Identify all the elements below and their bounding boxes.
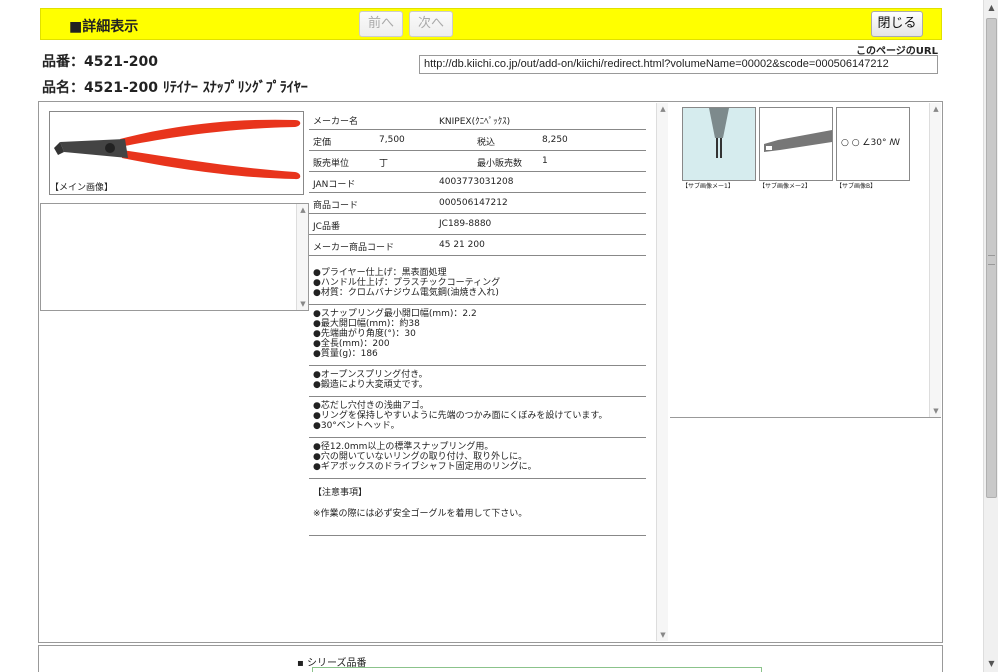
desc-line: ●オープンスプリング付き。: [313, 370, 428, 380]
tax-label: 税込: [477, 138, 496, 148]
desc-line: ●最大開口幅(mm)：約38: [313, 319, 420, 329]
min-value: 1: [542, 156, 548, 166]
desc-line: ●30°ベントヘッド。: [313, 421, 400, 431]
header-bar: ■詳細表示 前へ 次へ 閉じる: [40, 8, 942, 40]
product-name: 品名：4521-200 ﾘﾃｲﾅｰ ｽﾅｯﾌﾟﾘﾝｸﾞﾌﾟﾗｲﾔｰ: [42, 80, 308, 96]
maker-label: メーカー名: [313, 117, 359, 127]
spec-row-jan: JANコード 4003773031208: [309, 172, 646, 193]
page-title: ■詳細表示: [69, 19, 139, 35]
desc-line: ●ハンドル仕上げ：プラスチックコーティング: [313, 278, 501, 288]
desc-block-usage: ●径12.0mm以上の標準スナップリング用。 ●穴の開いていないリングの取り付け…: [309, 438, 646, 479]
page-url-field[interactable]: http://db.kiichi.co.jp/out/add-on/kiichi…: [419, 55, 938, 74]
spec-row-unit: 販売単位 丁 最小販売数 1: [309, 151, 646, 172]
scroll-up-icon[interactable]: ▲: [657, 103, 669, 115]
spec-scrollbar[interactable]: ▲ ▼: [656, 103, 668, 641]
desc-block-dimensions: ●スナップリング最小開口幅(mm)：2.2 ●最大開口幅(mm)：約38 ●先端…: [309, 305, 646, 366]
spec-diagram-text: ○ ○ ∠30° ꟿ: [841, 138, 901, 148]
sub-image-panel: 【サブ画像メー1】 【サブ画像メー2】 ○ ○ ∠30° ꟿ 【サブ画像B】 ▲…: [670, 103, 941, 418]
desc-line: ●鍛造により大変頑丈です。: [313, 380, 428, 390]
sub-image-2-caption: 【サブ画像メー2】: [759, 183, 811, 190]
code-value: 000506147212: [439, 198, 508, 208]
scroll-up-icon[interactable]: ▲: [984, 0, 998, 16]
spec-row-price: 定価 7,500 税込 8,250: [309, 130, 646, 151]
desc-block-features: ●オープンスプリング付き。 ●鍛造により大変頑丈です。: [309, 366, 646, 397]
notes-block: 【注意事項】 ※作業の際には必ず安全ゴーグルを着用して下さい。: [309, 479, 646, 536]
code-label: 商品コード: [313, 201, 359, 211]
sub-image-1[interactable]: [682, 107, 756, 181]
grip-icon: [988, 255, 995, 265]
jan-value: 4003773031208: [439, 177, 514, 187]
notes-text: ※作業の際には必ず安全ゴーグルを着用して下さい。: [313, 509, 528, 519]
desc-line: ●材質：クロムバナジウム電気鋼(油焼き入れ): [313, 288, 499, 298]
left-panel-scrollbar[interactable]: ▲ ▼: [296, 204, 308, 310]
scroll-up-icon[interactable]: ▲: [930, 103, 942, 115]
series-frame: ▪ シリーズ品番: [38, 645, 943, 672]
scroll-up-icon[interactable]: ▲: [297, 204, 309, 216]
tax-value: 8,250: [542, 135, 568, 145]
desc-line: ●全長(mm)：200: [313, 339, 390, 349]
plier-side-image: [764, 130, 832, 152]
desc-line: ●スナップリング最小開口幅(mm)：2.2: [313, 309, 477, 319]
sub-image-2[interactable]: [759, 107, 833, 181]
desc-line: ●質量(g)：186: [313, 349, 378, 359]
close-button[interactable]: 閉じる: [871, 11, 923, 37]
series-table: [312, 667, 762, 672]
price-value: 7,500: [379, 135, 405, 145]
desc-block-jaw: ●芯だし穴付きの浅曲アゴ。 ●リングを保持しやすいように先端のつかみ面にくぼみを…: [309, 397, 646, 438]
desc-line: ●ギアボックスのドライブシャフト固定用のリングに。: [313, 462, 537, 472]
jc-value: JC189-8880: [439, 219, 492, 229]
next-button[interactable]: 次へ: [409, 11, 453, 37]
sub-image-3[interactable]: ○ ○ ∠30° ꟿ: [836, 107, 910, 181]
scroll-down-icon[interactable]: ▼: [657, 629, 669, 641]
maker-code-label: メーカー商品コード: [313, 243, 395, 253]
desc-line: ●芯だし穴付きの浅曲アゴ。: [313, 401, 429, 411]
spec-row-maker: メーカー名 KNIPEX(ｸﾆﾍﾟｯｸｽ): [309, 109, 646, 130]
sub-image-1-caption: 【サブ画像メー1】: [682, 183, 734, 190]
sub-image-3-caption: 【サブ画像B】: [836, 183, 877, 190]
spec-row-maker-code: メーカー商品コード 45 21 200: [309, 235, 646, 256]
unit-label: 販売単位: [313, 159, 350, 169]
desc-line: ●先端曲がり角度(°)：30: [313, 329, 416, 339]
desc-block-finish: ●プライヤー仕上げ：黒表面処理 ●ハンドル仕上げ：プラスチックコーティング ●材…: [309, 256, 646, 305]
unit-value: 丁: [379, 159, 389, 169]
desc-line: ●プライヤー仕上げ：黒表面処理: [313, 268, 447, 278]
spec-row-jc: JC品番 JC189-8880: [309, 214, 646, 235]
spec-table: メーカー名 KNIPEX(ｸﾆﾍﾟｯｸｽ) 定価 7,500 税込 8,250 …: [309, 109, 646, 536]
plier-tip-image: [683, 108, 755, 180]
scroll-down-icon[interactable]: ▼: [297, 298, 309, 310]
plier-image: [54, 119, 301, 180]
scroll-down-icon[interactable]: ▼: [930, 405, 942, 417]
detail-frame: 【メイン画像】 ▲ ▼ メーカー名 KNIPEX(ｸﾆﾍﾟｯｸｽ) 定価 7,5…: [38, 101, 943, 643]
desc-line: ●穴の開いていないリングの取り付け、取り外しに。: [313, 452, 528, 462]
prev-button[interactable]: 前へ: [359, 11, 403, 37]
scroll-down-icon[interactable]: ▼: [984, 656, 998, 672]
jan-label: JANコード: [313, 180, 356, 190]
main-image[interactable]: 【メイン画像】: [49, 111, 304, 195]
min-label: 最小販売数: [477, 159, 523, 169]
main-image-caption: 【メイン画像】: [50, 183, 114, 193]
maker-value: KNIPEX(ｸﾆﾍﾟｯｸｽ): [439, 117, 511, 127]
maker-code-value: 45 21 200: [439, 240, 485, 250]
sub-panel-scrollbar[interactable]: ▲ ▼: [929, 103, 941, 417]
price-label: 定価: [313, 138, 332, 148]
product-number: 品番：4521-200: [42, 54, 158, 70]
desc-line: ●径12.0mm以上の標準スナップリング用。: [313, 442, 494, 452]
jc-label: JC品番: [313, 222, 340, 232]
spec-row-code: 商品コード 000506147212: [309, 193, 646, 214]
notes-heading: 【注意事項】: [313, 488, 368, 498]
page-scrollbar[interactable]: ▲ ▼: [983, 0, 998, 672]
desc-line: ●リングを保持しやすいように先端のつかみ面にくぼみを設けています。: [313, 411, 608, 421]
left-scroll-panel[interactable]: ▲ ▼: [40, 203, 309, 311]
